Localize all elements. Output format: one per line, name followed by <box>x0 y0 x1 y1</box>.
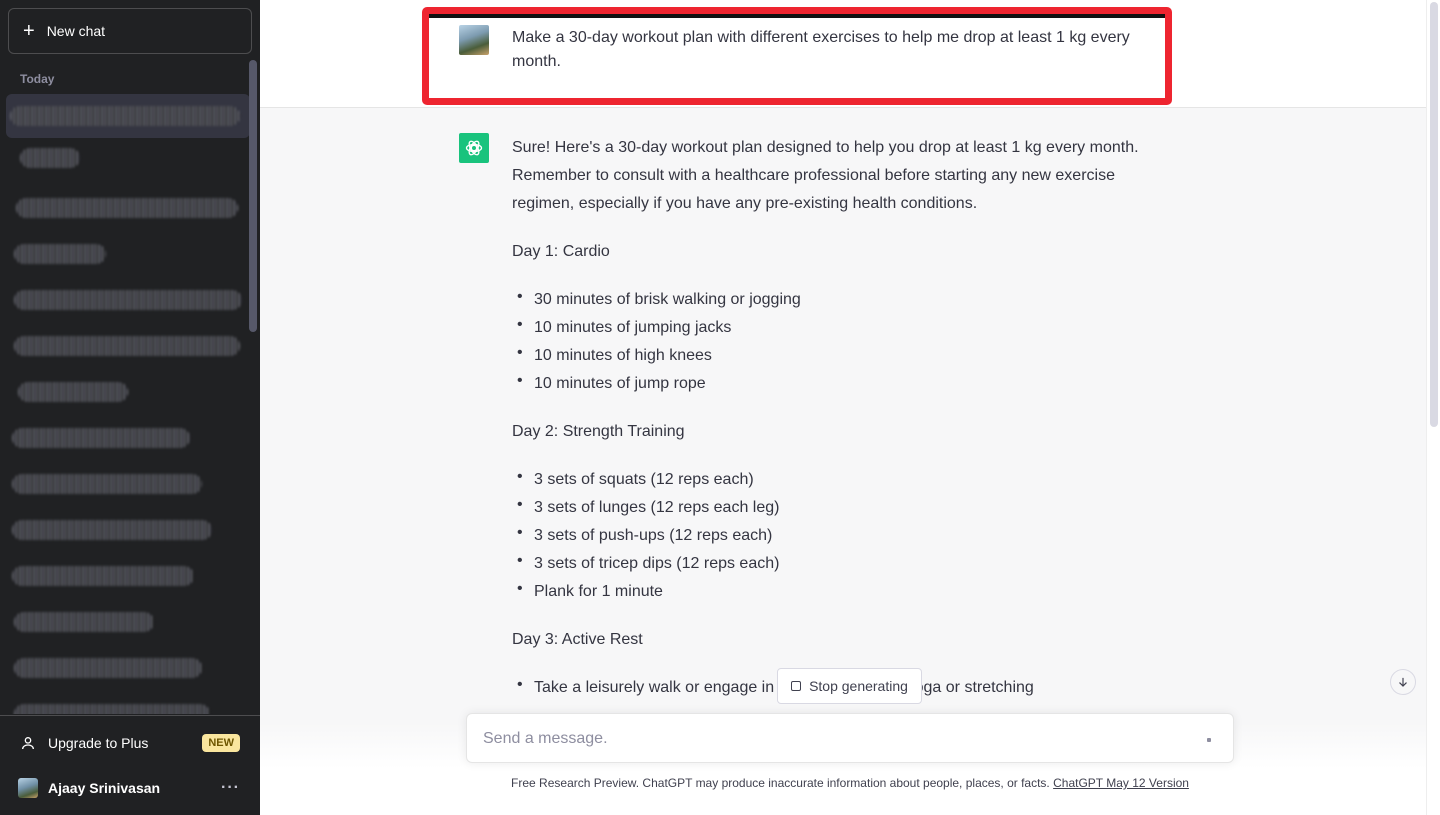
footer-note: Free Research Preview. ChatGPT may produ… <box>260 776 1440 790</box>
chat-history-item[interactable] <box>6 692 250 714</box>
assistant-intro: Sure! Here's a 30-day workout plan desig… <box>512 139 1139 212</box>
version-link[interactable]: ChatGPT May 12 Version <box>1053 776 1189 790</box>
chat-main: Make a 30-day workout plan with differen… <box>260 0 1440 815</box>
openai-logo-icon <box>459 133 489 163</box>
new-badge: NEW <box>202 734 240 752</box>
list-item: 30 minutes of brisk walking or jogging <box>512 283 1152 314</box>
chat-history-item[interactable] <box>6 646 250 690</box>
list-item: 3 sets of push-ups (12 reps each) <box>512 519 1152 550</box>
message-input[interactable] <box>483 727 1183 751</box>
chat-history-item[interactable] <box>6 278 250 322</box>
day-heading: Day 1: Cardio <box>512 243 610 260</box>
list-item: Plank for 1 minute <box>512 575 1152 606</box>
sidebar-scrollbar[interactable] <box>249 60 257 332</box>
chat-history-item[interactable] <box>6 462 250 506</box>
user-message: Make a 30-day workout plan with differen… <box>512 29 1130 70</box>
chat-history-item[interactable] <box>6 508 250 552</box>
day-heading: Day 3: Active Rest <box>512 631 643 648</box>
stop-generating-button[interactable]: Stop generating <box>777 668 922 704</box>
user-message-row: Make a 30-day workout plan with differen… <box>260 0 1426 108</box>
list-item: 10 minutes of jump rope <box>512 367 1152 398</box>
list-item: 3 sets of tricep dips (12 reps each) <box>512 547 1152 578</box>
stop-generating-label: Stop generating <box>809 678 908 694</box>
avatar <box>18 778 38 798</box>
list-item: 3 sets of lunges (12 reps each leg) <box>512 491 1152 522</box>
user-icon <box>22 737 34 750</box>
user-name: Ajaay Srinivasan <box>48 780 161 796</box>
chat-history-item[interactable] <box>6 370 250 414</box>
chat-history-item[interactable] <box>6 94 250 138</box>
chat-history-item[interactable] <box>6 324 250 368</box>
sidebar-footer: Upgrade to Plus NEW Ajaay Srinivasan ··· <box>0 715 260 815</box>
chat-history-item[interactable] <box>6 186 250 230</box>
new-chat-label: New chat <box>46 23 106 39</box>
list-item: 10 minutes of jumping jacks <box>512 311 1152 342</box>
chat-history-item[interactable] <box>6 416 250 460</box>
day-heading: Day 2: Strength Training <box>512 423 685 440</box>
new-chat-button[interactable]: + New chat <box>8 8 252 54</box>
stop-square-icon <box>791 681 802 691</box>
scroll-to-bottom-button[interactable] <box>1390 669 1416 695</box>
send-button[interactable] <box>1207 738 1211 742</box>
sidebar: + New chat Today Upgrade to Plus NEW Aja… <box>0 0 260 815</box>
main-scrollbar[interactable] <box>1426 0 1440 815</box>
more-options-icon[interactable]: ··· <box>221 779 240 797</box>
exercise-list: 30 minutes of brisk walking or jogging 1… <box>512 283 1152 398</box>
message-composer <box>466 713 1234 763</box>
plus-icon: + <box>23 20 35 42</box>
chat-history-list <box>6 94 250 714</box>
main-scrollbar-thumb[interactable] <box>1430 2 1438 427</box>
history-section-label: Today <box>20 72 55 86</box>
user-account-button[interactable]: Ajaay Srinivasan ··· <box>8 770 252 806</box>
upgrade-label: Upgrade to Plus <box>48 735 149 751</box>
arrow-down-icon <box>1399 677 1407 687</box>
chat-history-item[interactable] <box>6 232 250 276</box>
list-item: 10 minutes of high knees <box>512 339 1152 370</box>
chat-history-item[interactable] <box>6 554 250 598</box>
footer-disclaimer: Free Research Preview. ChatGPT may produ… <box>511 776 1050 790</box>
chat-history-item[interactable] <box>6 600 250 644</box>
upgrade-to-plus-button[interactable]: Upgrade to Plus NEW <box>8 726 252 760</box>
avatar <box>459 25 489 55</box>
chat-history-item[interactable] <box>6 140 250 184</box>
list-item: 3 sets of squats (12 reps each) <box>512 463 1152 494</box>
assistant-message: Sure! Here's a 30-day workout plan desig… <box>512 134 1152 722</box>
exercise-list: 3 sets of squats (12 reps each) 3 sets o… <box>512 463 1152 606</box>
